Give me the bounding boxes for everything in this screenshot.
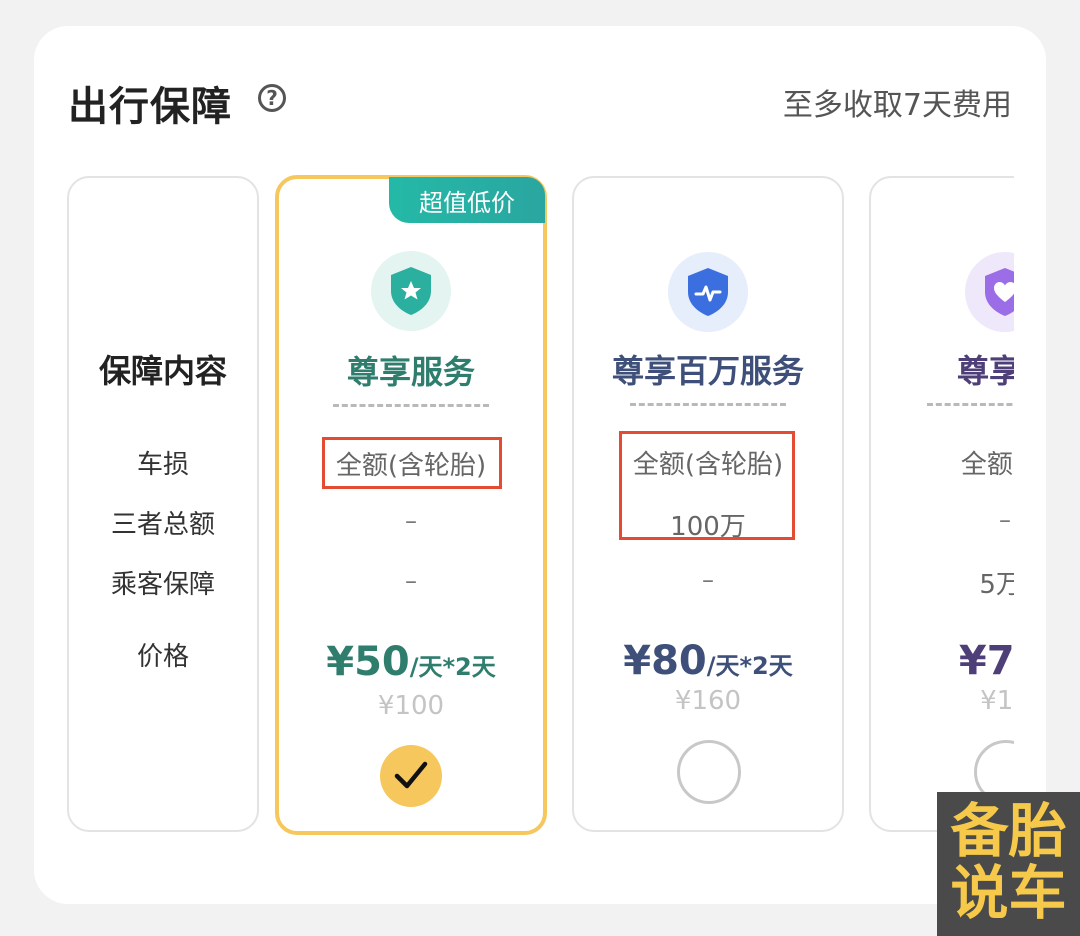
watermark-line-2: 说车	[950, 859, 1067, 927]
divider	[333, 404, 489, 407]
original-price: ¥14	[980, 686, 1014, 716]
original-price: ¥100	[377, 691, 445, 721]
plan-name: 尊享服务	[346, 353, 475, 391]
price: ¥50/天*2天	[279, 639, 543, 685]
plan-cards-scroller[interactable]: 保障内容 车损 三者总额 乘客保障 价格 超值低价 尊享服务 全额(含轮胎) –…	[0, 0, 1014, 936]
price: ¥80/天*2天	[574, 638, 842, 684]
value-badge: 超值低价	[389, 177, 545, 223]
coverage-labels-card: 保障内容 车损 三者总额 乘客保障 价格	[67, 176, 259, 832]
watermark-logo: 备胎 说车	[937, 792, 1080, 936]
selected-check-icon[interactable]	[380, 745, 442, 807]
price-amount: ¥50	[326, 639, 410, 685]
row-label-passenger: 乘客保障	[110, 570, 215, 600]
shield-heart-icon	[965, 252, 1014, 332]
price-amount: ¥80	[623, 638, 707, 684]
watermark-line-1: 备胎	[950, 797, 1067, 865]
third-party-value: –	[405, 507, 417, 535]
divider	[630, 403, 786, 406]
row-label-third-party: 三者总额	[110, 510, 215, 540]
shield-star-icon	[371, 251, 451, 331]
passenger-value: –	[702, 566, 714, 594]
price-unit: /天*2天	[409, 653, 496, 681]
original-price: ¥160	[674, 686, 742, 716]
row-label-price: 价格	[136, 642, 189, 672]
highlight-box	[619, 431, 795, 540]
coverage-heading: 保障内容	[98, 352, 227, 390]
plan-card-premium[interactable]: 超值低价 尊享服务 全额(含轮胎) – – ¥50/天*2天 ¥100	[275, 175, 547, 835]
divider	[927, 403, 1014, 406]
plan-name: 尊享驾	[956, 352, 1014, 390]
plan-name: 尊享百万服务	[611, 352, 804, 390]
price: ¥70/	[871, 638, 1014, 684]
passenger-value: –	[405, 567, 417, 595]
third-party-value: –	[999, 506, 1011, 534]
highlight-box	[322, 437, 502, 489]
car-damage-value: 全额(含	[960, 450, 1014, 480]
row-label-car-damage: 车损	[136, 450, 189, 480]
price-amount: ¥70	[958, 638, 1014, 684]
passenger-value: 5万/	[979, 570, 1014, 600]
plan-card-driver[interactable]: 尊享驾 全额(含 – 5万/ ¥70/ ¥14	[869, 176, 1014, 832]
select-radio[interactable]	[677, 740, 741, 804]
price-unit: /天*2天	[706, 652, 793, 680]
shield-pulse-icon	[668, 252, 748, 332]
